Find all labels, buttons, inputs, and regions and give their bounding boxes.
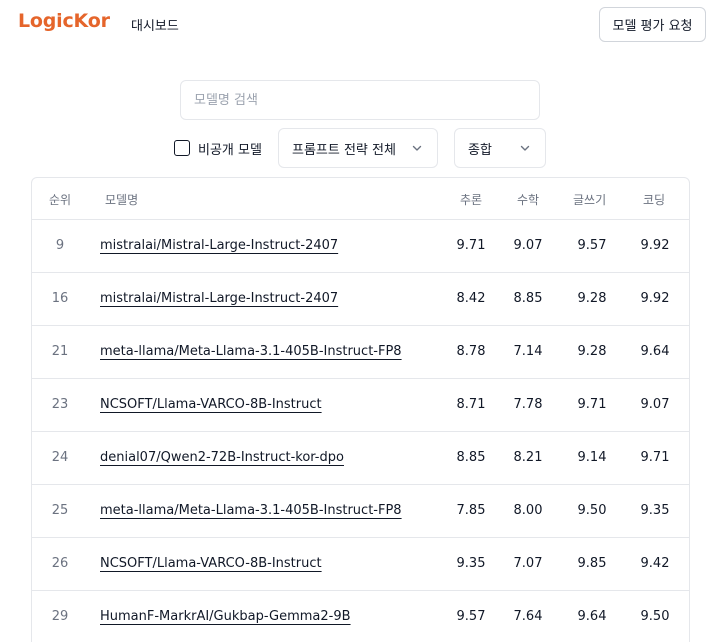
private-model-checkbox[interactable]	[174, 140, 190, 156]
reasoning-score: 7.85	[456, 503, 486, 518]
writing-score: 9.14	[577, 450, 607, 465]
math-score: 7.78	[513, 397, 543, 412]
coding-score: 9.07	[640, 397, 670, 412]
top-bar: LogicKor 대시보드 모델 평가 요청	[0, 0, 721, 48]
coding-score: 9.92	[640, 291, 670, 306]
rank-cell: 24	[51, 450, 69, 465]
reasoning-score: 8.85	[456, 450, 486, 465]
header-model: 모델명	[105, 193, 139, 207]
prompt-strategy-select[interactable]: 프롬프트 전략 전체	[278, 128, 438, 168]
reasoning-score: 9.57	[456, 609, 486, 624]
table-row: 29 HumanF-MarkrAI/Gukbap-Gemma2-9B 9.57 …	[32, 591, 689, 642]
reasoning-score: 9.35	[456, 556, 486, 571]
writing-score: 9.28	[577, 291, 607, 306]
rank-cell: 26	[51, 556, 69, 571]
leaderboard-table: 순위 모델명 추론 수학 글쓰기 코딩 9 mistralai/Mistral-…	[31, 177, 690, 642]
writing-score: 9.57	[577, 238, 607, 253]
coding-score: 9.92	[640, 238, 670, 253]
nav-dashboard-link[interactable]: 대시보드	[131, 15, 179, 34]
header-writing: 글쓰기	[573, 193, 607, 207]
model-link[interactable]: meta-llama/Meta-Llama-3.1-405B-Instruct-…	[100, 503, 402, 518]
model-link[interactable]: HumanF-MarkrAI/Gukbap-Gemma2-9B	[100, 609, 351, 624]
math-score: 8.00	[513, 503, 543, 518]
header-math: 수학	[517, 193, 540, 207]
model-link[interactable]: mistralai/Mistral-Large-Instruct-2407	[100, 238, 338, 253]
writing-score: 9.50	[577, 503, 607, 518]
writing-score: 9.64	[577, 609, 607, 624]
header-coding: 코딩	[643, 193, 666, 207]
model-search-input[interactable]	[180, 80, 540, 120]
rank-cell: 16	[51, 291, 69, 306]
category-value: 종합	[468, 142, 492, 158]
private-model-filter[interactable]: 비공개 모델	[174, 138, 262, 158]
request-evaluation-button[interactable]: 모델 평가 요청	[599, 7, 706, 42]
coding-score: 9.64	[640, 344, 670, 359]
rank-cell: 29	[51, 609, 69, 624]
table-row: 24 denial07/Qwen2-72B-Instruct-kor-dpo 8…	[32, 432, 689, 485]
writing-score: 9.85	[577, 556, 607, 571]
model-link[interactable]: meta-llama/Meta-Llama-3.1-405B-Instruct-…	[100, 344, 402, 359]
reasoning-score: 8.78	[456, 344, 486, 359]
model-link[interactable]: NCSOFT/Llama-VARCO-8B-Instruct	[100, 556, 322, 571]
rank-cell: 21	[51, 344, 69, 359]
private-model-label: 비공개 모델	[198, 142, 262, 158]
category-select[interactable]: 종합	[454, 128, 546, 168]
chevron-down-icon	[412, 145, 422, 151]
reasoning-score: 8.42	[456, 291, 486, 306]
table-row: 21 meta-llama/Meta-Llama-3.1-405B-Instru…	[32, 326, 689, 379]
coding-score: 9.35	[640, 503, 670, 518]
header-rank: 순위	[49, 193, 72, 207]
table-row: 23 NCSOFT/Llama-VARCO-8B-Instruct 8.71 7…	[32, 379, 689, 432]
table-row: 25 meta-llama/Meta-Llama-3.1-405B-Instru…	[32, 485, 689, 538]
table-header: 순위 모델명 추론 수학 글쓰기 코딩	[32, 178, 689, 220]
rank-cell: 23	[51, 397, 69, 412]
math-score: 9.07	[513, 238, 543, 253]
writing-score: 9.28	[577, 344, 607, 359]
math-score: 8.21	[513, 450, 543, 465]
brand-logo[interactable]: LogicKor	[18, 10, 110, 32]
coding-score: 9.42	[640, 556, 670, 571]
chevron-down-icon	[520, 145, 530, 151]
model-link[interactable]: NCSOFT/Llama-VARCO-8B-Instruct	[100, 397, 322, 412]
coding-score: 9.71	[640, 450, 670, 465]
rank-cell: 9	[55, 238, 65, 253]
table-row: 16 mistralai/Mistral-Large-Instruct-2407…	[32, 273, 689, 326]
coding-score: 9.50	[640, 609, 670, 624]
reasoning-score: 9.71	[456, 238, 486, 253]
writing-score: 9.71	[577, 397, 607, 412]
math-score: 7.14	[513, 344, 543, 359]
model-link[interactable]: denial07/Qwen2-72B-Instruct-kor-dpo	[100, 450, 344, 465]
math-score: 7.07	[513, 556, 543, 571]
model-link[interactable]: mistralai/Mistral-Large-Instruct-2407	[100, 291, 338, 306]
header-reasoning: 추론	[460, 193, 483, 207]
table-row: 26 NCSOFT/Llama-VARCO-8B-Instruct 9.35 7…	[32, 538, 689, 591]
rank-cell: 25	[51, 503, 69, 518]
prompt-strategy-value: 프롬프트 전략 전체	[292, 142, 396, 158]
math-score: 7.64	[513, 609, 543, 624]
math-score: 8.85	[513, 291, 543, 306]
table-row: 9 mistralai/Mistral-Large-Instruct-2407 …	[32, 220, 689, 273]
reasoning-score: 8.71	[456, 397, 486, 412]
